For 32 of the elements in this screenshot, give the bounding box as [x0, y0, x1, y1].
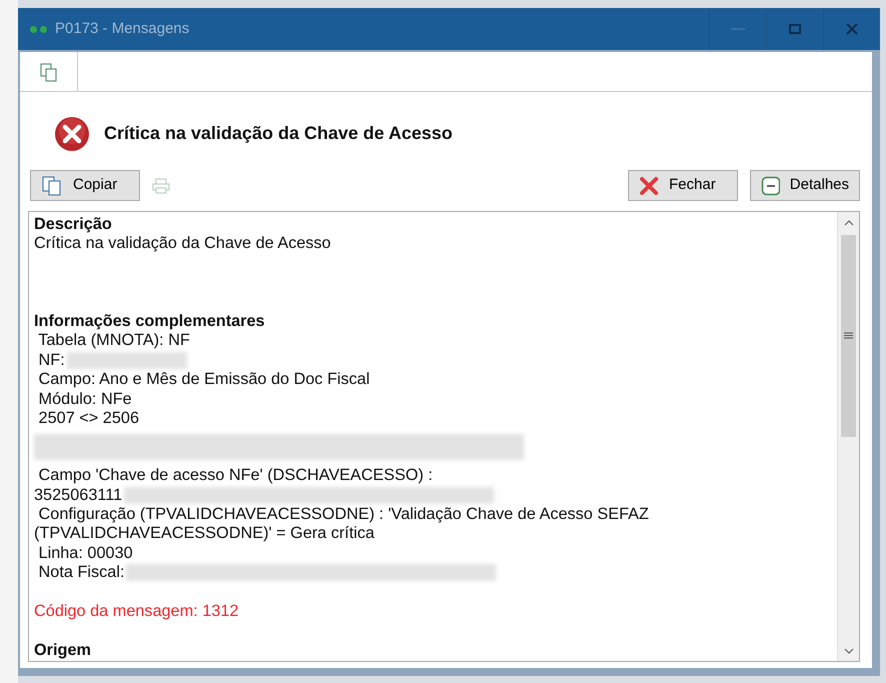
- error-icon: [54, 116, 90, 152]
- message-text: NF:: [38, 350, 65, 369]
- print-icon[interactable]: [152, 176, 170, 194]
- message-text: Configuração (TPVALIDCHAVEACESSODNE) : 'Validação Chave de Acesso SEFAZ: [38, 505, 649, 524]
- maximize-icon: [789, 24, 801, 34]
- message-text: Linha: 00030: [38, 544, 133, 562]
- message-text: (TPVALIDCHAVEACESSODNE)' = Gera crítica: [34, 524, 374, 542]
- details-button[interactable]: Detalhes: [750, 170, 860, 201]
- message-text: Campo 'Chave de acesso NFe' (DSCHAVEACESSO) :: [38, 466, 433, 484]
- window-title: P0173 - Mensagens: [55, 18, 190, 39]
- close-icon: [846, 23, 858, 35]
- message-text: 2507 <> 2506: [38, 408, 140, 427]
- copy-button[interactable]: Copiar: [30, 170, 140, 201]
- message-title: Crítica na validação da Chave de Acesso: [104, 123, 452, 145]
- copy-icon: [38, 62, 58, 82]
- section-heading: Descrição: [34, 215, 112, 233]
- message-text: Módulo: NFe: [38, 390, 132, 408]
- scrollbar[interactable]: [837, 212, 859, 661]
- message-text: Campo: Ano e Mês de Emissão do Doc Fiscal: [38, 370, 370, 388]
- minus-icon: [761, 176, 780, 196]
- error-code-text: Código da mensagem: 1312: [34, 602, 239, 620]
- section-heading: Origem: [34, 640, 92, 659]
- message-text: Nota Fiscal:: [38, 563, 124, 582]
- copy-icon: [41, 174, 63, 196]
- app-icon: [30, 26, 47, 32]
- close-button[interactable]: Fechar: [628, 170, 738, 201]
- message-text: Tabela (MNOTA): NF: [37, 331, 190, 350]
- message-text: 3525063111: [34, 486, 122, 504]
- message-text: Crítica na validação da Chave de Acesso: [34, 234, 331, 252]
- section-heading: Informações complementares: [34, 312, 265, 330]
- scrollbar-thumb[interactable]: [841, 235, 856, 436]
- close-icon: [639, 176, 659, 196]
